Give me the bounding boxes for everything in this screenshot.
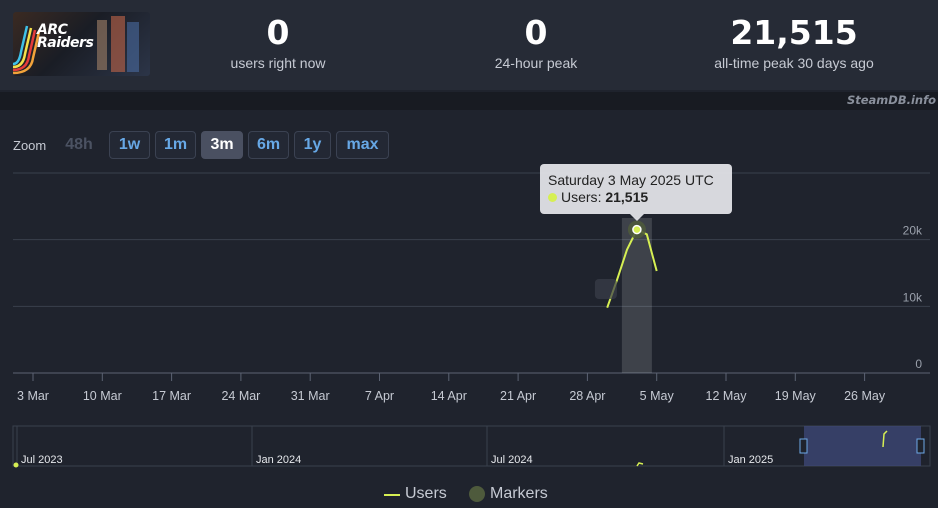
chart-navigator: Jul 2023 Jan 2024 Jul 2024 Jan 2025: [12, 425, 931, 468]
x-tick-label: 10 Mar: [83, 389, 122, 403]
x-tick-label: 5 May: [640, 389, 675, 403]
y-tick-label: 20k: [903, 224, 923, 238]
x-tick-label: 24 Mar: [221, 389, 260, 403]
tooltip-series-dot-icon: [548, 193, 557, 202]
navigator-tick-label: Jul 2023: [21, 454, 63, 466]
tooltip-value: 21,515: [605, 189, 649, 205]
y-tick-label: 10k: [903, 290, 923, 304]
tooltip-date: Saturday 3 May 2025 UTC: [548, 172, 714, 188]
player-count-chart[interactable]: 3 Mar 10 Mar 17 Mar 24 Mar 31 Mar 7 Apr 14 Apr…: [0, 0, 938, 508]
navigator-tick-label: Jan 2025: [728, 454, 773, 466]
legend-item-markers[interactable]: Markers: [490, 485, 548, 505]
highlight-point: [632, 224, 642, 235]
legend-item-users[interactable]: Users: [405, 485, 447, 505]
legend-markers-dot-icon: [469, 486, 485, 502]
tooltip-series-name: Users: [561, 189, 598, 205]
x-tick-label: 31 Mar: [291, 389, 330, 403]
chart-tooltip: Saturday 3 May 2025 UTC Users: 21,515: [540, 164, 732, 221]
chart-x-axis: 3 Mar 10 Mar 17 Mar 24 Mar 31 Mar 7 Apr 14 Apr…: [17, 373, 886, 403]
navigator-start-dot: [13, 462, 19, 468]
navigator-tick-label: Jan 2024: [256, 454, 301, 466]
navigator-frame: [12, 425, 931, 467]
navigator-tick-label: Jul 2024: [491, 454, 533, 466]
x-tick-label: 3 Mar: [17, 389, 49, 403]
navigator-handle-right: [916, 438, 925, 454]
navigator-selection: [804, 426, 921, 466]
chart-y-axis: 0 10k 20k: [903, 224, 923, 371]
x-tick-label: 17 Mar: [152, 389, 191, 403]
x-tick-label: 19 May: [775, 389, 817, 403]
x-tick-label: 7 Apr: [365, 389, 394, 403]
tooltip-arrow: [630, 214, 644, 221]
x-tick-label: 14 Apr: [431, 389, 467, 403]
chart-gridlines: [13, 172, 930, 374]
x-tick-label: 26 May: [844, 389, 886, 403]
x-tick-label: 21 Apr: [500, 389, 536, 403]
navigator-handle-left: [799, 438, 808, 454]
x-tick-label: 28 Apr: [569, 389, 605, 403]
legend-users-line-icon: [384, 494, 400, 496]
y-tick-label: 0: [915, 357, 922, 371]
tooltip-row: Users: 21,515: [548, 189, 724, 206]
release-marker: [594, 279, 617, 299]
x-tick-label: 12 May: [706, 389, 748, 403]
hover-crosshair: [621, 218, 652, 373]
